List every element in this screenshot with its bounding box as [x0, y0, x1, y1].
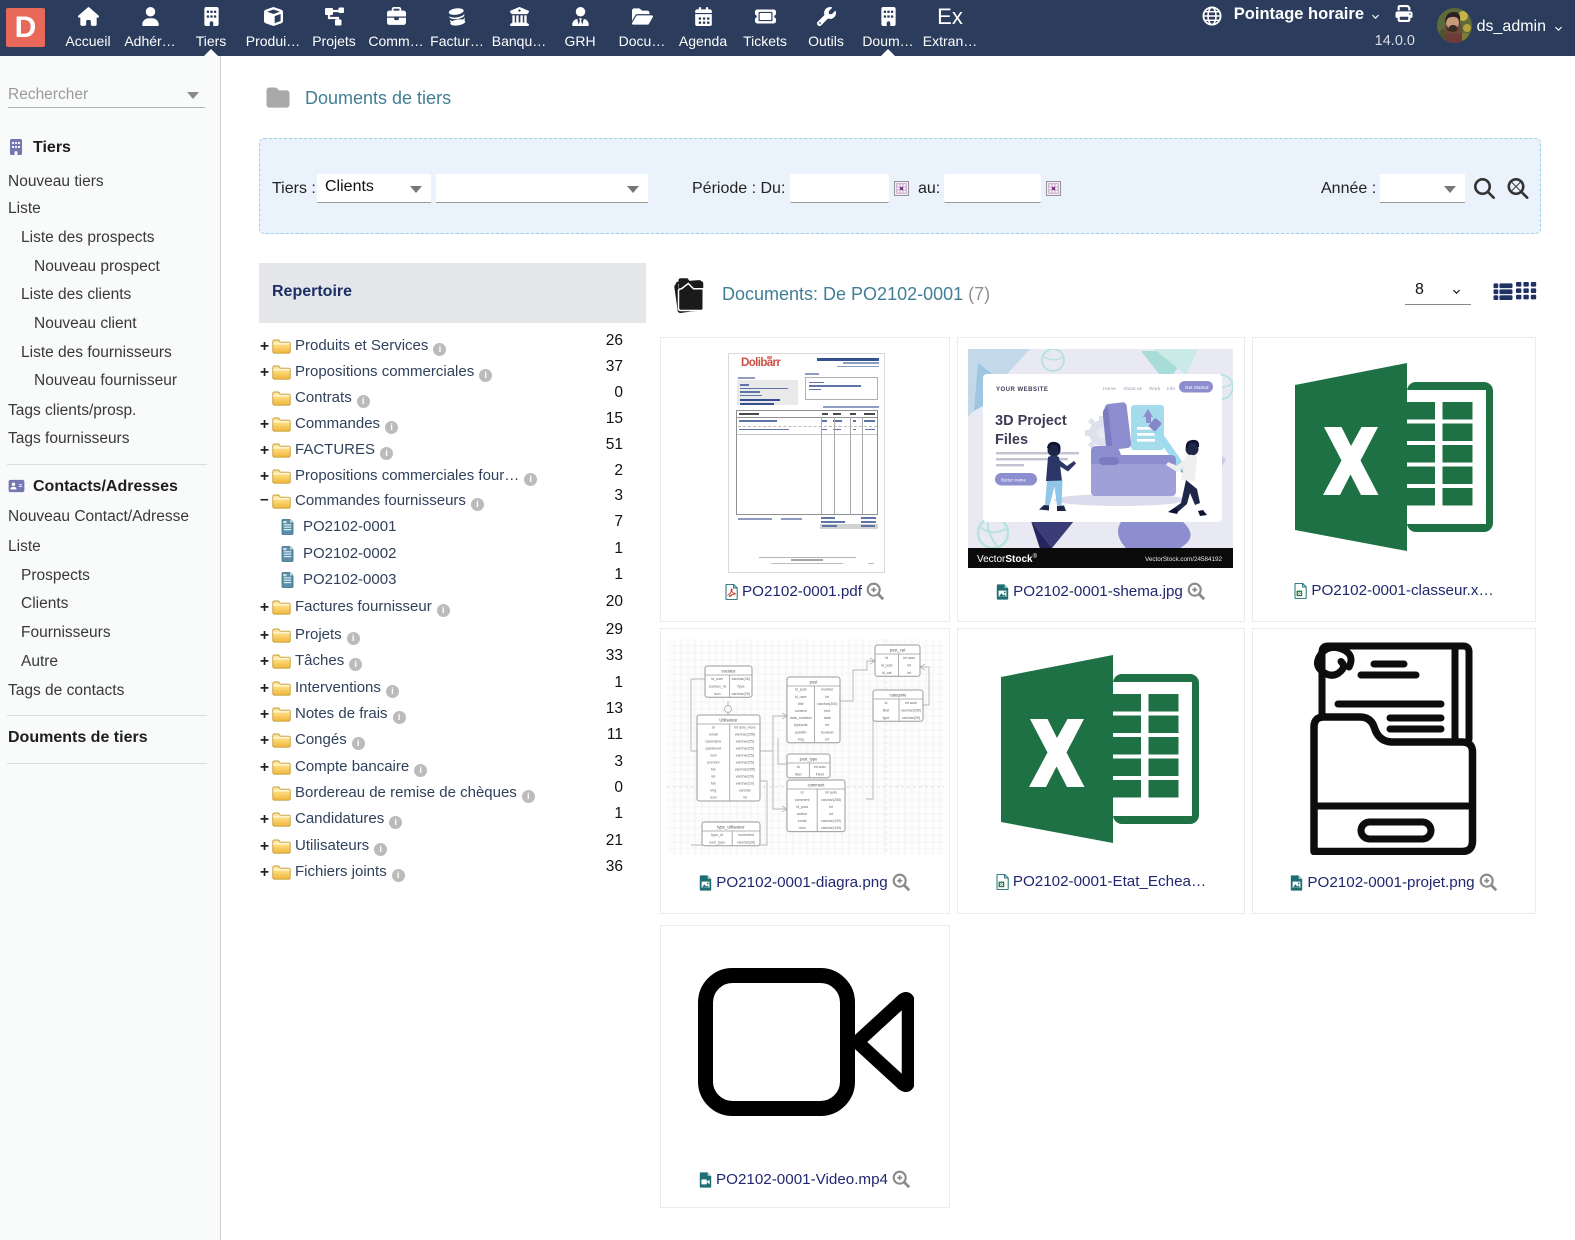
- svg-text:varchar: varchar: [739, 789, 752, 793]
- svg-text:int: int: [907, 663, 911, 667]
- svg-text:text: text: [824, 709, 830, 713]
- svg-text:Utilisateur: Utilisateur: [719, 718, 738, 723]
- svg-text:varchar(255): varchar(255): [821, 798, 841, 802]
- svg-text:id: id: [801, 791, 804, 795]
- svg-text:img: img: [710, 789, 716, 793]
- svg-text:comment: comment: [795, 798, 810, 802]
- svg-text:email: email: [798, 819, 807, 823]
- svg-text:id_post: id_post: [881, 663, 893, 667]
- svg-text:Button name: Button name: [1001, 478, 1026, 483]
- svg-text:varchar(26): varchar(26): [737, 840, 755, 844]
- svg-text:varchar(250): varchar(250): [901, 708, 921, 712]
- svg-text:Get Started: Get Started: [1185, 385, 1209, 390]
- svg-text:VectorStock.com/24584192: VectorStock.com/24584192: [1145, 556, 1223, 563]
- svg-text:libel: libel: [795, 772, 802, 776]
- svg-text:username: username: [705, 740, 721, 744]
- svg-text:varchar(25): varchar(25): [736, 761, 754, 765]
- svg-text:int auto_incre: int auto_incre: [734, 726, 756, 730]
- svg-text:Work: Work: [1149, 386, 1161, 392]
- svg-text:type_id: type_id: [711, 833, 723, 837]
- svg-text:email: email: [709, 733, 718, 737]
- svg-text:number: number: [821, 688, 834, 692]
- svg-text:varchar(20): varchar(20): [736, 775, 754, 779]
- svg-text:varchar(256): varchar(256): [735, 733, 755, 737]
- svg-text:title: title: [798, 702, 804, 706]
- svg-text:int: int: [825, 695, 829, 699]
- svg-text:About us: About us: [1123, 386, 1143, 392]
- svg-text:boolean: boolean: [821, 730, 834, 734]
- svg-text:Type: Type: [737, 684, 745, 688]
- svg-text:int: int: [825, 737, 829, 741]
- svg-text:id_cat: id_cat: [882, 671, 892, 675]
- svg-text:VectorStock®: VectorStock®: [977, 553, 1038, 565]
- svg-text:int: int: [829, 805, 833, 809]
- svg-text:id_post: id_post: [796, 805, 808, 809]
- svg-text:int: int: [829, 812, 833, 816]
- svg-text:sociaux: sociaux: [722, 669, 736, 674]
- svg-text:3D Project: 3D Project: [995, 413, 1067, 429]
- svg-text:post_cat: post_cat: [890, 648, 906, 653]
- svg-text:int auto: int auto: [903, 656, 915, 660]
- svg-text:id_user: id_user: [711, 677, 724, 681]
- svg-text:varchar(100): varchar(100): [821, 826, 841, 830]
- svg-text:date: date: [824, 716, 831, 720]
- svg-text:int auto: int auto: [905, 701, 917, 705]
- svg-text:varchar(255): varchar(255): [735, 768, 755, 772]
- svg-text:int: int: [907, 671, 911, 675]
- svg-text:icon: icon: [710, 796, 717, 800]
- svg-text:varchar(25): varchar(25): [736, 740, 754, 744]
- svg-text:Field: Field: [816, 772, 824, 776]
- svg-text:sociaux_id: sociaux_id: [709, 684, 726, 688]
- svg-text:post_type: post_type: [800, 757, 818, 762]
- svg-text:bio: bio: [711, 768, 716, 772]
- svg-text:varchar(200): varchar(200): [817, 702, 837, 706]
- svg-text:content: content: [795, 709, 807, 713]
- svg-text:img: img: [798, 737, 804, 741]
- svg-text:publish: publish: [795, 730, 806, 734]
- svg-text:comment: comment: [808, 783, 826, 788]
- svg-text:increment: increment: [738, 833, 754, 837]
- svg-text:id_user: id_user: [795, 695, 808, 699]
- svg-text:typepost: typepost: [794, 723, 808, 727]
- svg-text:Info: Info: [1167, 386, 1175, 392]
- svg-text:id: id: [712, 726, 715, 730]
- svg-text:categorie: categorie: [890, 693, 908, 698]
- svg-text:varchar(25): varchar(25): [732, 677, 750, 681]
- svg-text:varchar(25): varchar(25): [902, 716, 920, 720]
- svg-text:libel: libel: [883, 708, 890, 712]
- svg-text:icon: icon: [714, 692, 721, 696]
- svg-text:int auto: int auto: [825, 791, 837, 795]
- svg-text:id: id: [885, 701, 888, 705]
- svg-text:id_post: id_post: [795, 688, 807, 692]
- svg-text:varchar(100): varchar(100): [821, 819, 841, 823]
- svg-text:password: password: [706, 747, 721, 751]
- svg-text:int: int: [825, 723, 829, 727]
- svg-text:id: id: [797, 765, 800, 769]
- svg-text:varchar(25): varchar(25): [736, 754, 754, 758]
- svg-text:varchar(20): varchar(20): [736, 782, 754, 786]
- svg-text:int auto: int auto: [814, 765, 826, 769]
- svg-text:nom: nom: [799, 826, 806, 830]
- svg-text:type: type: [883, 716, 890, 720]
- svg-text:fax: fax: [711, 782, 716, 786]
- svg-text:tel: tel: [711, 775, 715, 779]
- svg-text:post: post: [810, 680, 819, 685]
- svg-text:varchar(25): varchar(25): [732, 692, 750, 696]
- svg-text:int: int: [743, 796, 747, 800]
- svg-text:Files: Files: [995, 432, 1028, 448]
- svg-text:varchar(25): varchar(25): [736, 747, 754, 751]
- svg-text:Home: Home: [1103, 386, 1116, 392]
- svg-text:date_creation: date_creation: [790, 716, 812, 720]
- svg-text:id: id: [885, 656, 888, 660]
- svg-text:nom: nom: [710, 754, 717, 758]
- svg-text:type_utilisateur: type_utilisateur: [717, 825, 745, 830]
- svg-text:author: author: [797, 812, 808, 816]
- svg-text:prenom: prenom: [707, 761, 719, 765]
- svg-text:YOUR WEBSITE: YOUR WEBSITE: [996, 387, 1048, 393]
- svg-text:nom_type: nom_type: [709, 840, 725, 844]
